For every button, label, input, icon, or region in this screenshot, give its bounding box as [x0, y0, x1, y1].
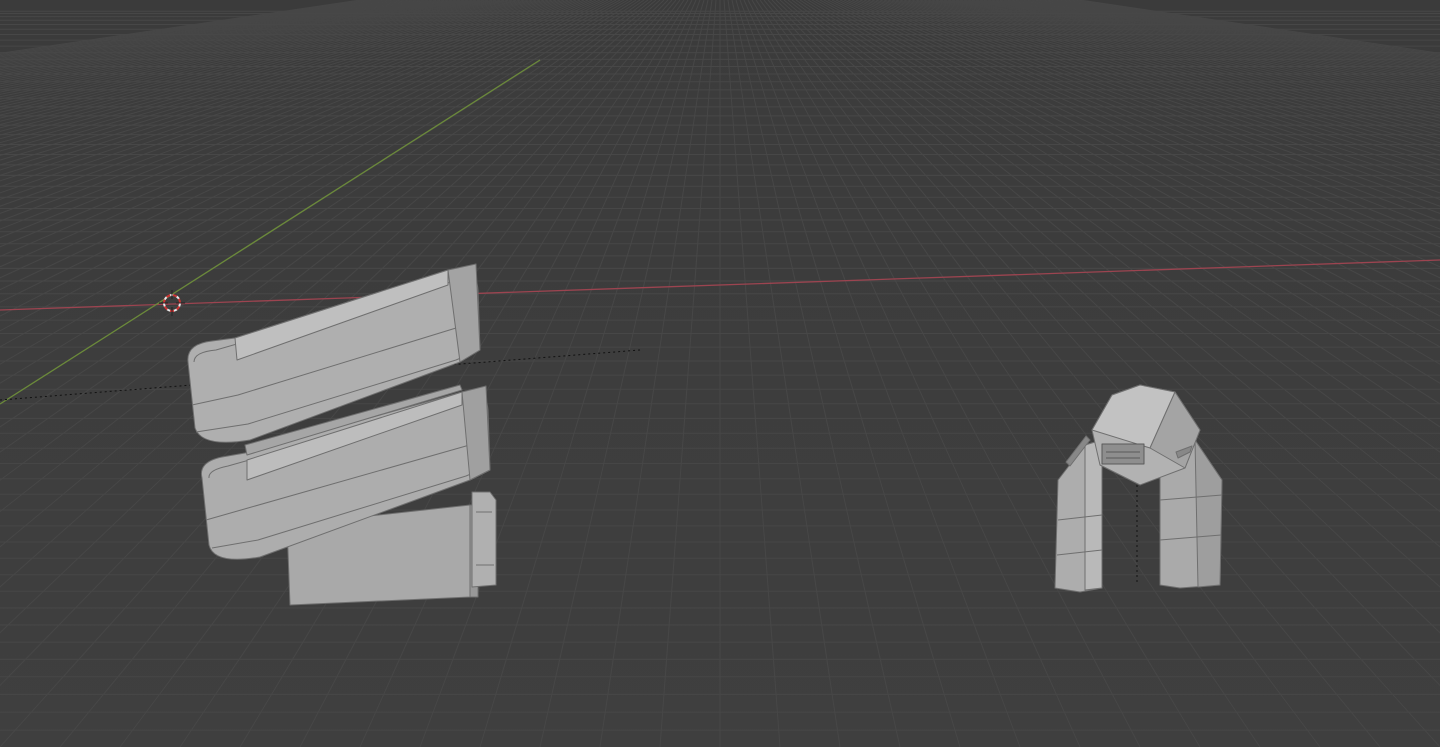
3d-viewport[interactable]	[0, 0, 1440, 747]
viewport-scene[interactable]	[0, 0, 1440, 747]
